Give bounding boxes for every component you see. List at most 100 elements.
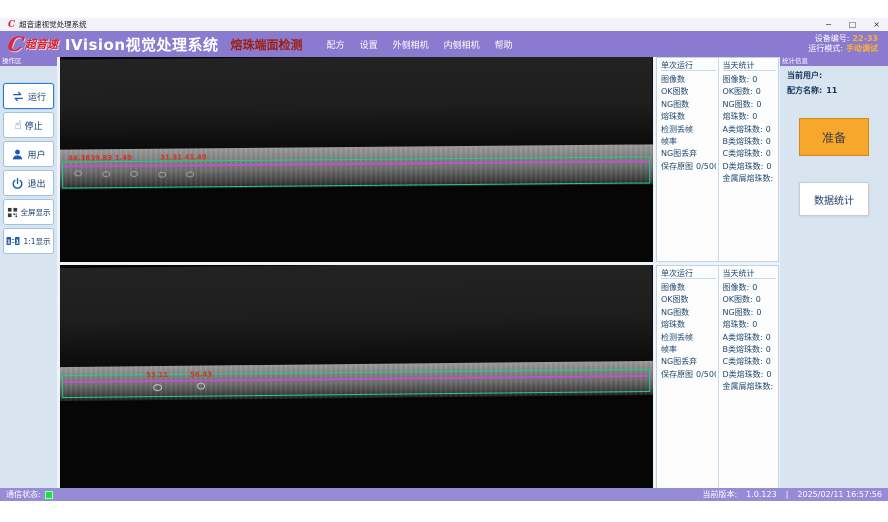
version-value: 1.0.123: [746, 490, 777, 499]
measurement-annotation: 31.31 41.49: [160, 153, 207, 161]
one-to-one-icon: 11: [6, 235, 20, 247]
stat-row: 图像数: [661, 282, 716, 294]
stats-panel-bottom: 单次运行 图像数 OK图数 NG图数 熔珠数 检测丢帧 帧率 NG图丢弃: [656, 265, 779, 490]
status-bar: 通信状态: 当前版本: 1.0.123 | 2025/02/11 16:57:5…: [0, 488, 888, 501]
stat-row: NG图数: [661, 307, 716, 319]
stat-row: 熔珠数: [661, 111, 716, 123]
menu-item[interactable]: 外侧相机: [393, 38, 429, 51]
device-number-value: 22-33: [852, 34, 878, 43]
measurement-annotation: 53.11: [146, 371, 168, 379]
stop-button[interactable]: ☝ 停止: [3, 112, 54, 138]
recipe-name-value: 11: [826, 86, 837, 95]
stat-row: OK图数:0: [723, 294, 777, 306]
window-controls: − □ ×: [825, 20, 880, 30]
version-info: 当前版本: 1.0.123 | 2025/02/11 16:57:56: [693, 489, 882, 500]
bead-marker: [153, 384, 162, 391]
window-titlebar: C 超音速视觉处理系统 − □ ×: [0, 18, 888, 31]
stat-row: 金属屑熔珠数:0: [723, 173, 777, 185]
brand-swoosh-icon: C: [6, 34, 25, 54]
measurement-annotation: 44.3839.83 1.49: [68, 154, 132, 163]
comm-status-label: 通信状态:: [6, 489, 41, 500]
stat-row: NG图数:0: [723, 307, 777, 319]
brand-name: 超音速: [25, 36, 58, 52]
main-menu: 配方 设置 外侧相机 内侧相机 帮助: [327, 38, 513, 51]
single-run-title: 单次运行: [661, 268, 716, 279]
image-background: [60, 265, 653, 368]
run-mode-label: 运行模式:: [808, 44, 843, 53]
fullscreen-display-label: 全屏显示: [21, 207, 51, 218]
stat-row: NG图数:0: [723, 99, 777, 111]
user-button-label: 用户: [27, 148, 45, 161]
daily-stats-column: 当天统计 图像数:0 OK图数:0 NG图数:0 熔珠数:0 A类熔珠数:0 B…: [718, 266, 779, 489]
stat-row: A类熔珠数:0: [723, 124, 777, 136]
menu-item[interactable]: 配方: [327, 38, 345, 51]
single-run-title: 单次运行: [661, 60, 716, 71]
device-info: 设备编号:22-33 运行模式:手动调试: [808, 34, 880, 54]
stat-row: 保存原图0/500: [661, 369, 716, 381]
fullscreen-grid-icon: [7, 207, 18, 218]
measurement-annotation: 56.43: [190, 371, 212, 379]
stat-row: 图像数:0: [723, 74, 777, 86]
single-run-column: 单次运行 图像数 OK图数 NG图数 熔珠数 检测丢帧 帧率 NG图丢弃: [657, 58, 718, 261]
run-mode-value: 手动调试: [846, 44, 878, 53]
stat-row: 检测丢帧: [661, 124, 716, 136]
comm-status-indicator: [45, 491, 53, 499]
hand-click-icon: ☝: [14, 119, 21, 131]
window-title: 超音速视觉处理系统: [19, 19, 87, 30]
app-window: C 超音速视觉处理系统 − □ × C 超音速 IVision视觉处理系统 熔珠…: [0, 0, 888, 522]
stat-row: B类熔珠数:0: [723, 344, 777, 356]
stat-row: 帧率: [661, 136, 716, 148]
image-background: [60, 57, 653, 152]
bead-marker: [186, 171, 194, 177]
run-button[interactable]: 运行: [3, 83, 54, 109]
sidebar-header: 操作区: [0, 57, 57, 66]
menu-item[interactable]: 内侧相机: [444, 38, 480, 51]
stat-row: 熔珠数:0: [723, 111, 777, 123]
recipe-name-label: 配方名称:: [787, 86, 822, 95]
status-separator: |: [786, 490, 789, 499]
stat-row: C类熔珠数:0: [723, 356, 777, 368]
stat-row: 保存原图0/500: [661, 161, 716, 173]
bead-marker: [74, 170, 82, 176]
app-subtitle: 熔珠端面检测: [231, 36, 303, 53]
version-label: 当前版本:: [702, 489, 737, 500]
run-button-label: 运行: [28, 90, 46, 103]
prepare-button[interactable]: 准备: [799, 118, 869, 156]
one-to-one-display-button[interactable]: 11 1:1显示: [3, 228, 54, 254]
stat-row: B类熔珠数:0: [723, 136, 777, 148]
fullscreen-display-button[interactable]: 全屏显示: [3, 199, 54, 225]
app-logo-icon: C: [8, 20, 15, 30]
close-button[interactable]: ×: [873, 20, 880, 30]
device-number-label: 设备编号:: [815, 34, 850, 43]
stats-panel-top: 单次运行 图像数 OK图数 NG图数 熔珠数 检测丢帧 帧率 NG图丢弃: [656, 57, 779, 262]
restore-button[interactable]: □: [849, 20, 857, 30]
stat-row: 金属屑熔珠数:0: [723, 381, 777, 393]
bead-marker: [130, 171, 138, 177]
bead-marker: [158, 172, 166, 178]
user-button[interactable]: 用户: [3, 141, 54, 167]
minimize-button[interactable]: −: [825, 20, 832, 30]
info-panel-header: 统计信息: [780, 57, 888, 66]
stat-row: 检测丢帧: [661, 332, 716, 344]
user-icon: [11, 148, 24, 161]
stat-row: OK图数:0: [723, 86, 777, 98]
status-datetime: 2025/02/11 16:57:56: [797, 490, 882, 499]
power-icon: [11, 177, 24, 190]
stat-row: 图像数:0: [723, 282, 777, 294]
one-to-one-display-label: 1:1显示: [23, 236, 50, 247]
statistics-info-panel: 统计信息 当前用户: 配方名称:11 准备 数据统计: [780, 57, 888, 488]
data-statistics-button[interactable]: 数据统计: [799, 182, 869, 216]
stat-row: 帧率: [661, 344, 716, 356]
stat-row: NG图丢弃: [661, 148, 716, 160]
app-header: C 超音速 IVision视觉处理系统 熔珠端面检测 配方 设置 外侧相机 内侧…: [0, 31, 888, 57]
page-title: IVision视觉处理系统: [65, 34, 219, 55]
stat-row: D类熔珠数:0: [723, 161, 777, 173]
menu-item[interactable]: 设置: [360, 38, 378, 51]
exit-button[interactable]: 退出: [3, 170, 54, 196]
menu-item[interactable]: 帮助: [495, 38, 513, 51]
stat-row: A类熔珠数:0: [723, 332, 777, 344]
stat-row: C类熔珠数:0: [723, 148, 777, 160]
svg-text:1: 1: [16, 239, 20, 245]
stat-row: OK图数: [661, 86, 716, 98]
bead-marker: [197, 383, 205, 390]
